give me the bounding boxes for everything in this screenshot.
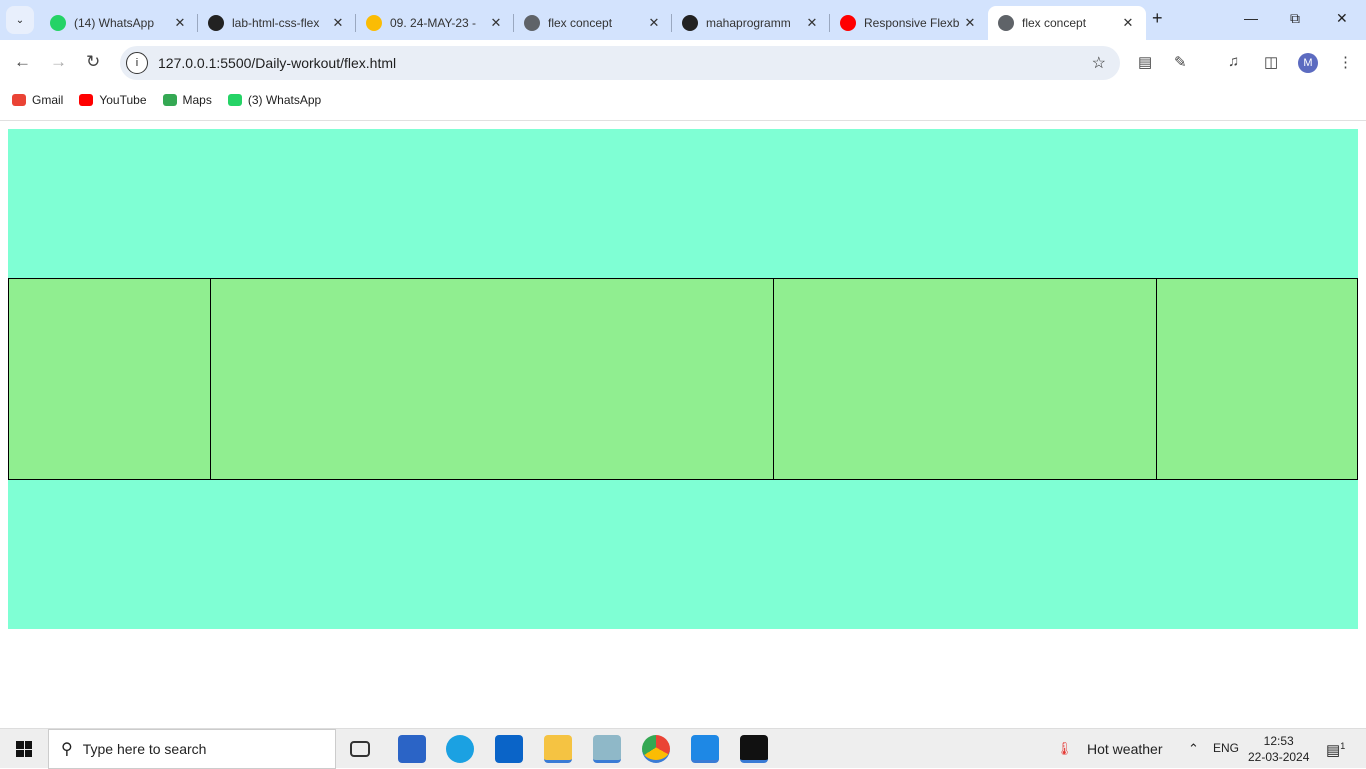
notification-icon[interactable]: ▤1	[1326, 741, 1345, 759]
clock[interactable]: 12:53 22-03-2024	[1248, 733, 1309, 765]
browser-toolbar: ← → ↻ i 127.0.0.1:5500/Daily-workout/fle…	[0, 40, 1366, 86]
flex-item-3	[773, 278, 1157, 480]
language-indicator[interactable]: ENG	[1213, 741, 1239, 755]
globe-icon	[524, 15, 540, 31]
vscode-icon[interactable]	[691, 735, 719, 763]
store-icon[interactable]	[398, 735, 426, 763]
github-icon	[208, 15, 224, 31]
close-tab-icon[interactable]: ✕	[330, 15, 346, 31]
forward-button[interactable]: →	[50, 52, 67, 72]
chrome-icon[interactable]	[642, 735, 670, 763]
globe-icon	[998, 15, 1014, 31]
close-tab-icon[interactable]: ✕	[646, 15, 662, 31]
extensions-puzzle-icon[interactable]: ✎	[1174, 53, 1187, 71]
site-info-icon[interactable]: i	[126, 52, 148, 74]
bookmark-star-icon[interactable]: ☆	[1092, 53, 1106, 73]
flex-item-1	[8, 278, 211, 480]
bookmark-item[interactable]: (3) WhatsApp	[227, 93, 322, 107]
tray-chevron-icon[interactable]: ⌃	[1188, 741, 1199, 757]
edge-icon[interactable]	[446, 735, 474, 763]
taskbar: ⚲ Type here to search 🌡 Hot weather ⌃ EN…	[0, 728, 1366, 769]
github-icon	[682, 15, 698, 31]
date: 22-03-2024	[1248, 750, 1310, 764]
tab[interactable]: 09. 24-MAY-23 - ✕	[356, 6, 514, 40]
app-icon[interactable]	[593, 735, 621, 763]
close-tab-icon[interactable]: ✕	[488, 15, 504, 31]
media-control-icon[interactable]: ♫	[1228, 53, 1239, 70]
weather-icon[interactable]: 🌡	[1056, 741, 1073, 757]
extension-icon[interactable]: ▤	[1138, 53, 1152, 71]
flex-item-4	[1156, 278, 1358, 480]
restore-button[interactable]: ⧉	[1290, 10, 1300, 27]
new-tab-button[interactable]: +	[1152, 8, 1163, 29]
close-tab-icon[interactable]: ✕	[962, 15, 978, 31]
tab[interactable]: flex concept ✕	[514, 6, 672, 40]
back-button[interactable]: ←	[14, 52, 31, 72]
close-tab-icon[interactable]: ✕	[172, 15, 188, 31]
notification-count: 1	[1340, 741, 1346, 751]
windows-start-icon[interactable]	[16, 741, 32, 757]
search-placeholder: Type here to search	[82, 741, 207, 757]
close-tab-icon[interactable]: ✕	[804, 15, 820, 31]
taskbar-search[interactable]: ⚲ Type here to search	[48, 729, 336, 769]
bookmark-label: (3) WhatsApp	[247, 93, 322, 107]
minimize-button[interactable]: —	[1244, 10, 1258, 26]
tab-title: (14) WhatsApp	[74, 16, 155, 30]
file-explorer-icon[interactable]	[544, 735, 572, 763]
tab-title: lab-html-css-flex	[232, 16, 320, 30]
bookmark-item[interactable]: Gmail	[12, 93, 63, 107]
tab[interactable]: lab-html-css-flex ✕	[198, 6, 356, 40]
reload-button[interactable]: ↻	[86, 52, 100, 72]
tab-title: mahaprogramm	[706, 16, 791, 30]
mail-icon[interactable]	[495, 735, 523, 763]
tab-search-button[interactable]: ⌄	[6, 6, 34, 34]
side-panel-icon[interactable]: ◫	[1264, 53, 1278, 71]
google-drive-icon	[366, 15, 382, 31]
youtube-icon	[840, 15, 856, 31]
close-tab-icon[interactable]: ✕	[1120, 15, 1136, 31]
tab-title: Responsive Flexb	[864, 16, 960, 30]
bookmarks-bar: Gmail YouTube Maps (3) WhatsApp	[0, 86, 1366, 114]
divider	[0, 120, 1366, 121]
tab[interactable]: flex concept ✕	[988, 6, 1146, 40]
weather-text[interactable]: Hot weather	[1087, 741, 1162, 757]
menu-kebab-icon[interactable]: ⋮	[1338, 53, 1353, 71]
bookmark-item[interactable]: YouTube	[79, 93, 147, 107]
task-view-icon[interactable]	[350, 741, 370, 757]
flex-item-2	[210, 278, 774, 480]
address-bar[interactable]: i 127.0.0.1:5500/Daily-workout/flex.html…	[120, 46, 1120, 80]
tab[interactable]: mahaprogramm ✕	[672, 6, 830, 40]
bookmark-item[interactable]: Maps	[162, 93, 212, 107]
bookmark-icon	[227, 94, 242, 106]
bookmark-icon	[79, 94, 94, 106]
terminal-icon[interactable]	[740, 735, 768, 763]
tab[interactable]: Responsive Flexb ✕	[830, 6, 988, 40]
search-icon: ⚲	[61, 741, 73, 758]
bookmark-label: YouTube	[99, 93, 147, 107]
bookmark-icon	[162, 94, 177, 106]
time: 12:53	[1263, 734, 1294, 748]
tab[interactable]: (14) WhatsApp ✕	[40, 6, 198, 40]
flex-container	[8, 129, 1358, 629]
bookmark-label: Gmail	[32, 93, 64, 107]
whatsapp-icon	[50, 15, 66, 31]
bookmark-label: Maps	[182, 93, 212, 107]
tab-title: flex concept	[1022, 16, 1087, 30]
bookmark-icon	[12, 94, 26, 106]
profile-avatar[interactable]: M	[1298, 53, 1318, 73]
tab-title: flex concept	[548, 16, 613, 30]
close-window-button[interactable]: ✕	[1336, 10, 1348, 27]
tab-strip: ⌄ (14) WhatsApp ✕ lab-html-css-flex ✕ 09. 24…	[0, 0, 1366, 40]
tab-title: 09. 24-MAY-23 -	[390, 16, 477, 30]
url-text[interactable]: 127.0.0.1:5500/Daily-workout/flex.html	[158, 55, 396, 71]
